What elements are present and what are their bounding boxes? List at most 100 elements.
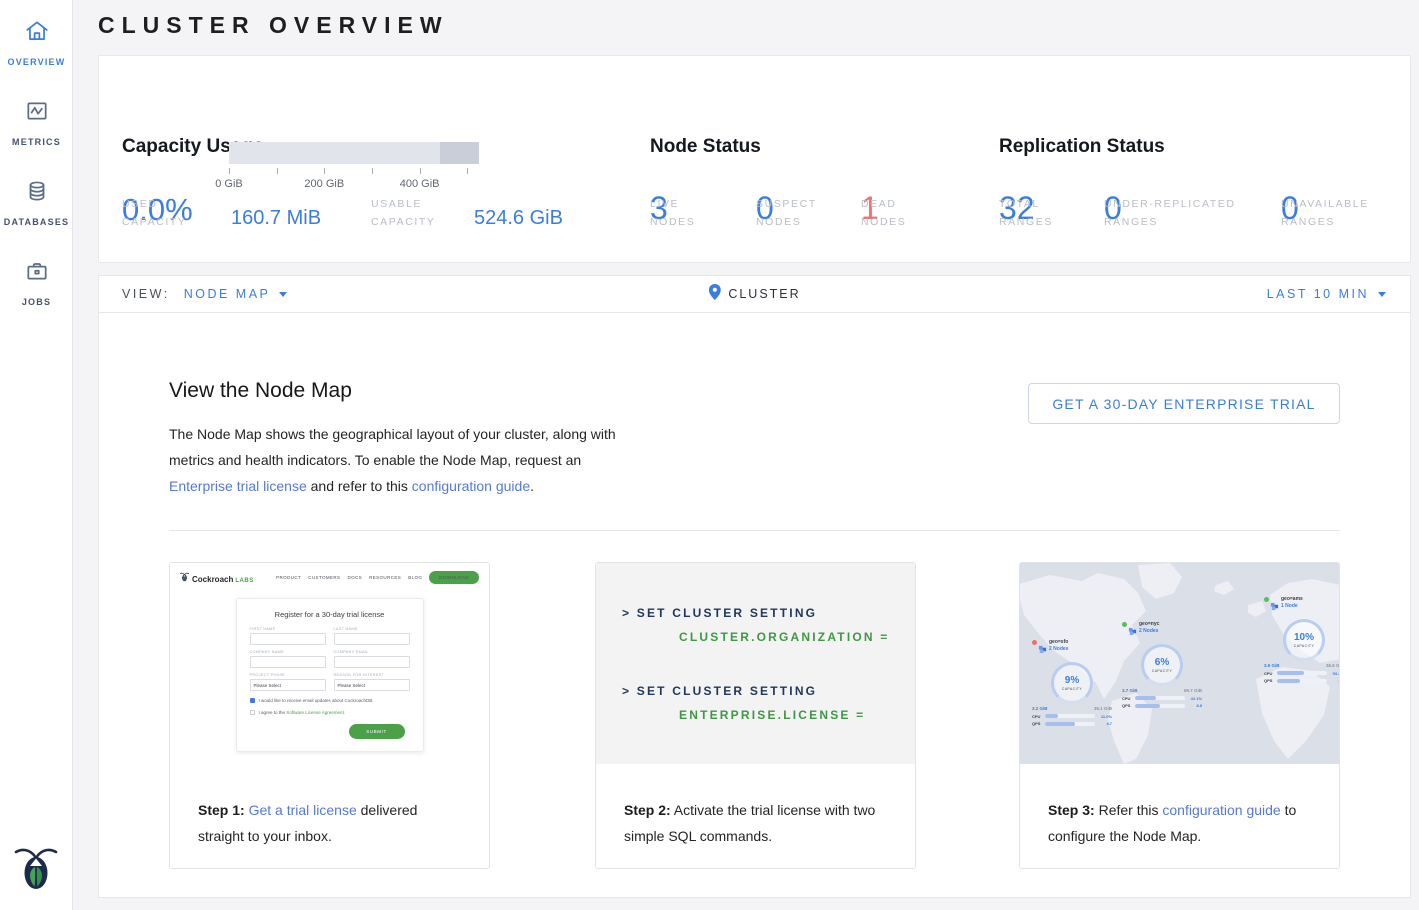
node-locality: geo=sfo <box>1049 639 1068 645</box>
node-map-preview: geo=sfo 2 Nodes 9% CAPACITY 3.2 GiB 35.1… <box>1020 563 1339 764</box>
gauge-tick <box>467 168 468 174</box>
cpu-bar <box>1277 671 1327 675</box>
capacity-gauge: 0 GiB 200 GiB 400 GiB <box>229 142 479 202</box>
gauge-tick <box>372 168 373 174</box>
configuration-guide-link[interactable]: configuration guide <box>412 478 530 494</box>
capacity-gauge-ring: 10% CAPACITY <box>1283 619 1325 661</box>
mini-nav-item: RESOURCES <box>369 575 401 580</box>
page-title: CLUSTER OVERVIEW <box>98 12 449 39</box>
cpu-bar <box>1045 714 1095 718</box>
gauge-tick-label: 200 GiB <box>304 178 344 190</box>
node-status-dot-dead <box>1032 640 1037 645</box>
sidebar-item-overview[interactable]: OVERVIEW <box>0 0 73 80</box>
node-total-capacity: 65.7 GiB <box>1184 688 1202 693</box>
reason-select: Please Select <box>334 679 410 691</box>
node-total-capacity: 35.1 GiB <box>1094 706 1112 711</box>
map-node-sfo: geo=sfo 2 Nodes 9% CAPACITY 3.2 GiB 35.1… <box>1032 639 1112 726</box>
suspect-nodes-label: SUSPECT NODES <box>756 195 817 231</box>
get-trial-license-link[interactable]: Get a trial license <box>249 802 357 818</box>
cluster-breadcrumb-label: CLUSTER <box>728 287 800 301</box>
step1-card: Cockroach LABS PRODUCT CUSTOMERS DOCS RE… <box>169 562 490 869</box>
time-range-dropdown[interactable]: LAST 10 MIN <box>1267 287 1386 301</box>
capacity-gauge-reserved-segment <box>440 142 479 164</box>
first-name-field <box>250 633 326 645</box>
sidebar-item-jobs[interactable]: JOBS <box>0 240 73 320</box>
usable-capacity-value: 524.6 GiB <box>474 207 563 230</box>
configuration-guide-link[interactable]: configuration guide <box>1162 802 1280 818</box>
project-phase-select: Please Select <box>250 679 326 691</box>
sidebar-item-label: DATABASES <box>4 217 69 227</box>
gauge-tick <box>277 168 278 174</box>
mini-nav-item: BLOG <box>408 575 422 580</box>
software-license-agreement-link: Software License Agreement. <box>286 710 345 715</box>
node-count: 1 Node <box>1281 603 1303 609</box>
step3-card: geo=sfo 2 Nodes 9% CAPACITY 3.2 GiB 35.1… <box>1019 562 1340 869</box>
node-map-promo-title: View the Node Map <box>169 379 352 403</box>
mini-nav-item: CUSTOMERS <box>308 575 340 580</box>
cockroachdb-bug-logo <box>14 840 58 892</box>
node-locality: geo=ams <box>1281 596 1303 602</box>
metrics-icon <box>24 98 50 129</box>
mini-submit-button: SUBMIT <box>349 724 405 739</box>
license-agreement-checkbox <box>250 710 255 715</box>
mini-site-nav: PRODUCT CUSTOMERS DOCS RESOURCES BLOG DO… <box>276 571 479 584</box>
sql-command-line: > SET CLUSTER SETTING <box>622 601 915 625</box>
field-label: LAST NAME <box>334 627 410 631</box>
node-map-panel: View the Node Map The Node Map shows the… <box>98 312 1411 898</box>
home-icon <box>24 18 50 49</box>
sql-commands-block: > SET CLUSTER SETTING CLUSTER.ORGANIZATI… <box>596 563 915 764</box>
step2-card: > SET CLUSTER SETTING CLUSTER.ORGANIZATI… <box>595 562 916 869</box>
enterprise-trial-license-link[interactable]: Enterprise trial license <box>169 478 307 494</box>
chevron-down-icon <box>279 292 287 297</box>
sidebar-item-databases[interactable]: DATABASES <box>0 160 73 240</box>
email-updates-checkbox <box>250 698 255 703</box>
live-nodes-label: LIVE NODES <box>650 195 695 231</box>
trial-signup-screenshot: Cockroach LABS PRODUCT CUSTOMERS DOCS RE… <box>170 563 489 764</box>
cluster-breadcrumb[interactable]: CLUSTER <box>708 284 800 305</box>
databases-icon <box>24 178 50 209</box>
node-locality: geo=nyc <box>1139 621 1159 627</box>
get-enterprise-trial-button[interactable]: GET A 30-DAY ENTERPRISE TRIAL <box>1028 383 1340 424</box>
total-ranges-label: TOTAL RANGES <box>999 195 1053 231</box>
sidebar: OVERVIEW METRICS DATABASES <box>0 0 73 910</box>
license-agreement-checkbox-label: I agree to the Software License Agreemen… <box>259 710 346 715</box>
capacity-gauge-ring: 9% CAPACITY <box>1051 662 1093 704</box>
cpu-bar <box>1135 696 1185 700</box>
trial-registration-form: Register for a 30-day trial license FIRS… <box>236 598 424 752</box>
view-selector-dropdown[interactable]: NODE MAP <box>184 287 288 301</box>
node-status-dot-live <box>1122 622 1127 627</box>
gauge-tick-label: 400 GiB <box>400 178 440 190</box>
sql-command-line: > SET CLUSTER SETTING <box>622 679 915 703</box>
company-email-field <box>334 656 410 668</box>
node-used-capacity: 3.7 GiB <box>1122 688 1138 693</box>
sidebar-item-label: JOBS <box>22 297 51 307</box>
gauge-tick-label: 0 GiB <box>215 178 243 190</box>
used-capacity-label: USED CAPACITY <box>122 195 187 231</box>
node-used-capacity: 3.6 GiB <box>1264 663 1280 668</box>
node-status-title: Node Status <box>650 136 761 158</box>
gauge-tick <box>229 168 230 174</box>
sql-command-line: ENTERPRISE.LICENSE = <box>622 703 915 727</box>
field-label: FIRST NAME <box>250 627 326 631</box>
section-divider <box>169 530 1340 531</box>
form-title: Register for a 30-day trial license <box>250 610 410 619</box>
used-capacity-value: 160.7 MiB <box>231 207 321 230</box>
dead-nodes-label: DEAD NODES <box>861 195 906 231</box>
mini-nav-item: DOCS <box>347 575 362 580</box>
node-status-dot-live <box>1264 597 1269 602</box>
gauge-tick <box>420 168 421 174</box>
sidebar-item-label: OVERVIEW <box>8 57 66 67</box>
company-name-field <box>250 656 326 668</box>
last-name-field <box>334 633 410 645</box>
step2-caption: Step 2: Activate the trial license with … <box>596 764 915 849</box>
sidebar-item-metrics[interactable]: METRICS <box>0 80 73 160</box>
step1-caption: Step 1: Get a trial license delivered st… <box>170 764 489 849</box>
capacity-gauge-ring: 6% CAPACITY <box>1141 644 1183 686</box>
node-total-capacity: 36.6 GiB <box>1326 663 1340 668</box>
qps-bar <box>1135 704 1185 708</box>
node-count: 2 Nodes <box>1049 646 1068 652</box>
jobs-icon <box>24 258 50 289</box>
view-label: VIEW: <box>122 287 170 301</box>
node-count: 2 Nodes <box>1139 628 1159 634</box>
node-used-capacity: 3.2 GiB <box>1032 706 1048 711</box>
